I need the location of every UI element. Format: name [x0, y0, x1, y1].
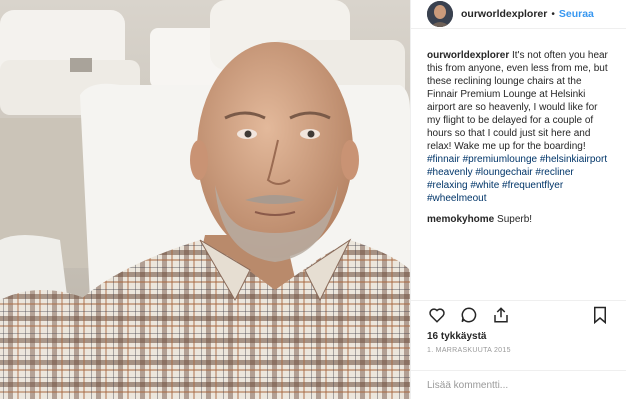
post-header: ourworldexplorer • Seuraa [411, 0, 626, 29]
add-comment-input[interactable] [427, 379, 610, 391]
post-actions [411, 300, 626, 329]
likes-count[interactable]: 16 tykkäystä [411, 329, 626, 342]
follow-button[interactable]: Seuraa [559, 8, 594, 20]
comment-item: memokyhome Superb! [427, 213, 610, 226]
post-caption: ourworldexplorer It's not often you hear… [427, 49, 610, 205]
comment-username[interactable]: memokyhome [427, 214, 494, 225]
comment-icon[interactable] [459, 305, 479, 325]
instagram-post: ourworldexplorer • Seuraa ourworldexplor… [0, 0, 626, 399]
bookmark-icon[interactable] [590, 305, 610, 325]
avatar-image [427, 1, 453, 27]
share-icon[interactable] [491, 305, 511, 325]
caption-text: It's not often you hear this from anyone… [427, 50, 608, 152]
avatar[interactable] [427, 1, 453, 27]
header-username[interactable]: ourworldexplorer [461, 8, 547, 20]
add-comment-bar [411, 370, 626, 399]
caption-username[interactable]: ourworldexplorer [427, 50, 509, 61]
comments-section: ourworldexplorer It's not often you hear… [411, 29, 626, 300]
comment-text: Superb! [497, 214, 533, 225]
heart-icon[interactable] [427, 305, 447, 325]
post-photo[interactable] [0, 0, 410, 399]
caption-hashtags[interactable]: #finnair #premiumlounge #helsinkiairport… [427, 154, 607, 204]
post-date: 1. MARRASKUUTA 2015 [427, 347, 511, 355]
selfie-image [0, 0, 410, 399]
header-separator: • [551, 8, 555, 20]
post-sidebar: ourworldexplorer • Seuraa ourworldexplor… [410, 0, 626, 399]
